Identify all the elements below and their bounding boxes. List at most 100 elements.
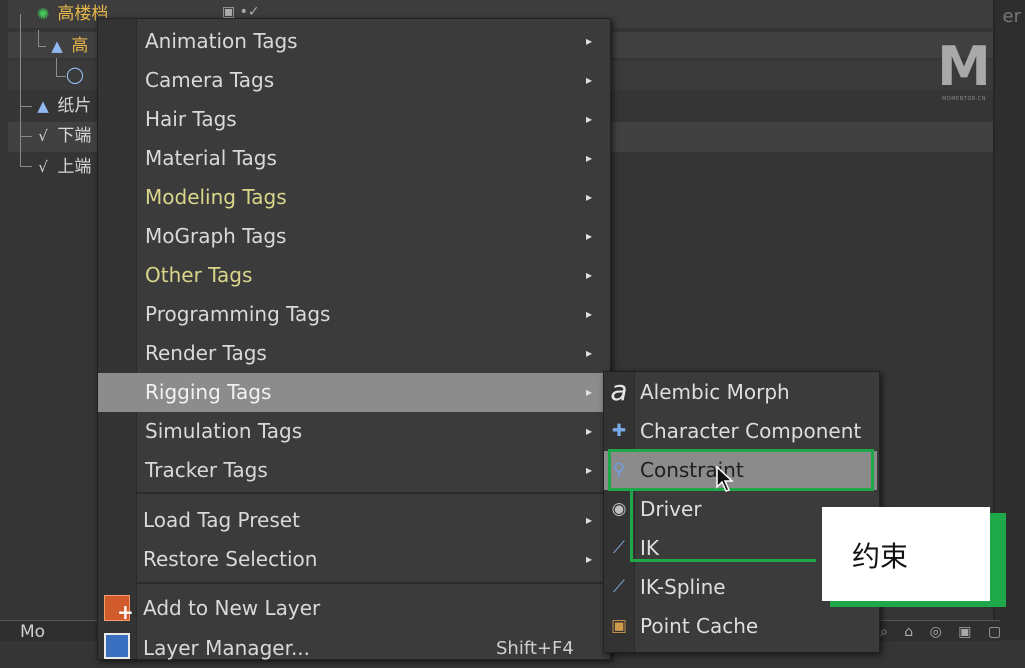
menu-item-label: Restore Selection (143, 547, 318, 571)
object-row-2[interactable]: ▲ 高 (48, 34, 88, 58)
submenu-item-label: IK-Spline (640, 575, 726, 599)
menu-item-label: Modeling Tags (145, 185, 287, 209)
menu-item-label: Load Tag Preset (143, 508, 300, 532)
object-name: 下端 (57, 126, 92, 146)
puzzle-icon: ✚ (611, 421, 627, 441)
submenu-arrow-icon: ▸ (586, 190, 593, 204)
null-object-icon: ✺ (36, 5, 50, 23)
tree-line (56, 58, 57, 76)
annotation-highlight-box (608, 449, 874, 491)
tags-context-menu: Animation Tags ▸ Camera Tags ▸ Hair Tags ▸ Mat… (97, 18, 611, 660)
menu-item-animation-tags[interactable]: Animation Tags ▸ (98, 22, 608, 61)
menu-item-label: Programming Tags (145, 302, 331, 326)
menu-item-label: MoGraph Tags (145, 224, 287, 248)
menu-item-programming-tags[interactable]: Programming Tags ▸ (98, 295, 608, 334)
menu-item-rigging-tags[interactable]: Rigging Tags ▸ (98, 373, 608, 412)
bottom-toolbar-icons[interactable]: ⌕ ⌂ ◎ ▣ ▢ (880, 624, 1007, 640)
cone-icon: ▲ (37, 97, 49, 115)
menu-item-hair-tags[interactable]: Hair Tags ▸ (98, 100, 608, 139)
mouse-cursor-icon (716, 466, 734, 492)
menu-item-simulation-tags[interactable]: Simulation Tags ▸ (98, 412, 608, 451)
tree-line (56, 76, 66, 77)
submenu-arrow-icon: ▸ (586, 229, 593, 243)
object-name: 上端 (57, 157, 92, 177)
tree-line (20, 136, 32, 137)
menu-item-label: Animation Tags (145, 29, 298, 53)
ik-icon: ⟋ (613, 538, 625, 558)
layer-manager-icon (104, 633, 130, 659)
driver-icon: ◉ (611, 499, 627, 519)
panel-edge-label: er (1002, 6, 1021, 27)
menu-item-label: Tracker Tags (145, 458, 268, 482)
logo-mark: M (937, 35, 991, 98)
logo-subtitle: MOMENTOR.CN (941, 96, 987, 102)
menu-item-tracker-tags[interactable]: Tracker Tags ▸ (98, 451, 608, 490)
menu-item-mograph-tags[interactable]: MoGraph Tags ▸ (98, 217, 608, 256)
object-name: 纸片 (57, 96, 92, 116)
menu-separator (136, 492, 608, 494)
bottom-panel-label[interactable]: Mo (20, 622, 45, 642)
menu-item-layer-manager[interactable]: Layer Manager... Shift+F4 (98, 629, 608, 668)
submenu-arrow-icon: ▸ (586, 346, 593, 360)
point-cache-icon: ▣ (610, 616, 628, 636)
menu-item-label: Add to New Layer (143, 596, 321, 620)
menu-item-load-tag-preset[interactable]: Load Tag Preset ▸ (98, 501, 608, 540)
cone-icon: ▲ (51, 37, 63, 55)
tree-line (38, 46, 46, 47)
tree-line (20, 14, 21, 166)
spline-icon: √ (38, 158, 48, 176)
menu-item-label: Camera Tags (145, 68, 275, 92)
tree-line (38, 30, 39, 46)
menu-item-other-tags[interactable]: Other Tags ▸ (98, 256, 608, 295)
submenu-arrow-icon: ▸ (586, 151, 593, 165)
menu-item-restore-selection[interactable]: Restore Selection ▸ (98, 540, 608, 579)
menu-item-label: Simulation Tags (145, 419, 303, 443)
menu-item-label: Hair Tags (145, 107, 237, 131)
annotation-connector (630, 559, 816, 562)
menu-item-label: Material Tags (145, 146, 277, 170)
submenu-item-label: Point Cache (640, 614, 759, 638)
menu-item-label: Rigging Tags (145, 380, 272, 404)
submenu-item-character-component[interactable]: ✚ Character Component (604, 412, 877, 451)
menu-item-material-tags[interactable]: Material Tags ▸ (98, 139, 608, 178)
menu-item-label: Render Tags (145, 341, 267, 365)
annotation-card: 约束 (822, 507, 990, 601)
submenu-item-label: Driver (640, 497, 702, 521)
menu-separator (136, 582, 608, 584)
submenu-arrow-icon: ▸ (586, 268, 593, 282)
spline-icon: √ (38, 127, 48, 145)
submenu-item-label: Character Component (640, 419, 862, 443)
menu-item-label: Layer Manager... (143, 636, 311, 660)
submenu-item-alembic-morph[interactable]: a Alembic Morph (604, 373, 877, 412)
submenu-item-label: IK (640, 536, 660, 560)
submenu-item-point-cache[interactable]: ▣ Point Cache (604, 607, 877, 646)
annotation-connector (630, 491, 633, 561)
object-row-3[interactable]: ◯ (66, 63, 84, 87)
submenu-item-label: Alembic Morph (640, 380, 790, 404)
submenu-arrow-icon: ▸ (586, 463, 593, 477)
menu-shortcut: Shift+F4 (496, 638, 574, 659)
circle-spline-icon: ◯ (66, 65, 84, 84)
menu-item-modeling-tags[interactable]: Modeling Tags ▸ (98, 178, 608, 217)
object-row-5[interactable]: √ 下端 (34, 124, 91, 148)
annotation-text: 约束 (852, 540, 909, 573)
watermark-logo: M MOMENTOR.CN (936, 35, 992, 103)
menu-item-render-tags[interactable]: Render Tags ▸ (98, 334, 608, 373)
menu-item-add-to-new-layer[interactable]: Add to New Layer (98, 589, 608, 628)
submenu-arrow-icon: ▸ (586, 34, 593, 48)
alembic-icon: a (610, 374, 628, 407)
submenu-arrow-icon: ▸ (586, 385, 593, 399)
object-row-4[interactable]: ▲ 纸片 (34, 94, 91, 118)
tree-line (20, 106, 32, 107)
submenu-arrow-icon: ▸ (586, 513, 593, 527)
tree-line (20, 166, 32, 167)
submenu-arrow-icon: ▸ (586, 552, 593, 566)
menu-item-camera-tags[interactable]: Camera Tags ▸ (98, 61, 608, 100)
object-name: 高 (71, 36, 89, 56)
object-row-6[interactable]: √ 上端 (34, 155, 91, 179)
submenu-arrow-icon: ▸ (586, 424, 593, 438)
menu-item-label: Other Tags (145, 263, 253, 287)
submenu-arrow-icon: ▸ (586, 73, 593, 87)
submenu-arrow-icon: ▸ (586, 112, 593, 126)
add-layer-icon (104, 595, 134, 622)
